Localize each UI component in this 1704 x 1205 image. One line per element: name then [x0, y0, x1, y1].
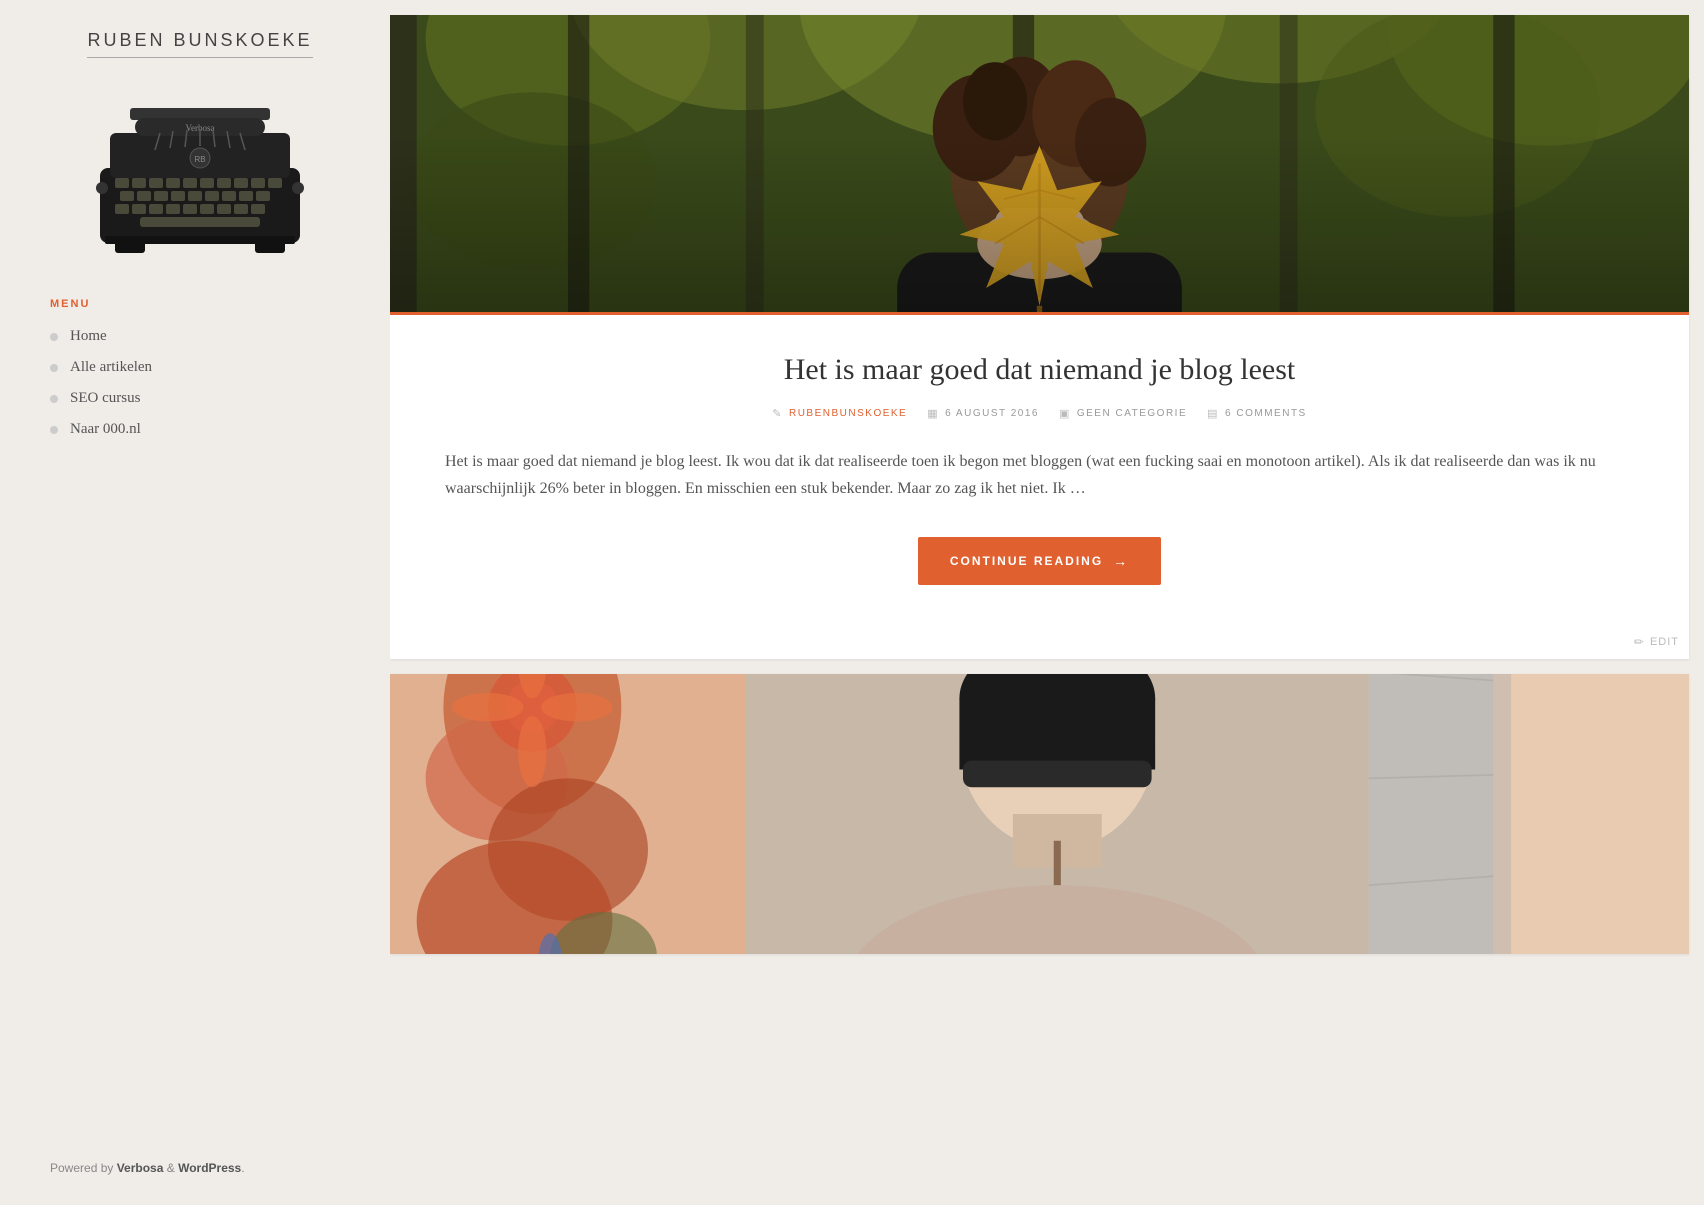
post-meta-1: ✎ RUBENBUNSKOEKE ▦ 6 AUGUST 2016 ▣ GEEN …	[445, 407, 1634, 420]
category-icon: ▣	[1059, 407, 1071, 420]
nav-dot	[50, 333, 58, 341]
nav-dot	[50, 364, 58, 372]
date-value: 6 AUGUST 2016	[945, 408, 1039, 419]
continue-reading-button[interactable]: CONTINUE READING →	[918, 537, 1161, 585]
sidebar-nav: MENU Home Alle artikelen SEO cursus Naar…	[50, 298, 152, 478]
post-hero-image-1	[390, 15, 1689, 315]
continue-reading-label: CONTINUE READING	[950, 554, 1103, 568]
post-card-1: Het is maar goed dat niemand je blog lee…	[390, 15, 1689, 659]
main-content: Het is maar goed dat niemand je blog lee…	[390, 0, 1704, 1205]
calendar-icon: ▦	[927, 407, 939, 420]
post-title-1: Het is maar goed dat niemand je blog lee…	[445, 350, 1634, 389]
post-card-2	[390, 674, 1689, 954]
meta-category: ▣ GEEN CATEGORIE	[1059, 407, 1187, 420]
post-hero-image-2	[390, 674, 1689, 954]
nav-link-naar-000[interactable]: Naar 000.nl	[70, 421, 141, 438]
verbosa-link[interactable]: Verbosa	[117, 1161, 164, 1175]
nav-link-seo-cursus[interactable]: SEO cursus	[70, 390, 140, 407]
edit-label: EDIT	[1650, 636, 1679, 648]
svg-text:RB: RB	[194, 155, 205, 164]
comments-icon: ▤	[1207, 407, 1219, 420]
meta-comments: ▤ 6 COMMENTS	[1207, 407, 1307, 420]
nav-item-alle-artikelen[interactable]: Alle artikelen	[50, 359, 152, 376]
powered-by: Powered by Verbosa & WordPress.	[50, 1161, 245, 1175]
arrow-icon: →	[1113, 553, 1129, 569]
meta-author: ✎ RUBENBUNSKOEKE	[772, 407, 907, 420]
nav-link-home[interactable]: Home	[70, 328, 107, 345]
pencil-icon: ✏	[1634, 635, 1645, 649]
post-body-1: Het is maar goed dat niemand je blog lee…	[390, 315, 1689, 635]
typewriter-image: Verbosa	[80, 78, 320, 268]
continue-reading-wrapper: CONTINUE READING →	[445, 537, 1634, 585]
comments-value: 6 COMMENTS	[1225, 408, 1307, 419]
nav-item-home[interactable]: Home	[50, 328, 152, 345]
sidebar: RUBEN BUNSKOEKE Verbosa	[0, 0, 390, 1205]
nav-item-naar-000[interactable]: Naar 000.nl	[50, 421, 152, 438]
site-title: RUBEN BUNSKOEKE	[87, 30, 312, 58]
nav-link-alle-artikelen[interactable]: Alle artikelen	[70, 359, 152, 376]
post-excerpt-1: Het is maar goed dat niemand je blog lee…	[445, 448, 1634, 502]
author-value: RUBENBUNSKOEKE	[789, 408, 907, 419]
wordpress-link[interactable]: WordPress	[178, 1161, 241, 1175]
category-value: GEEN CATEGORIE	[1077, 408, 1187, 419]
menu-label: MENU	[50, 298, 152, 310]
author-icon: ✎	[772, 407, 783, 420]
nav-dot	[50, 395, 58, 403]
nav-item-seo-cursus[interactable]: SEO cursus	[50, 390, 152, 407]
nav-dot	[50, 426, 58, 434]
edit-link-1[interactable]: ✏ EDIT	[1634, 635, 1679, 649]
meta-date: ▦ 6 AUGUST 2016	[927, 407, 1039, 420]
nav-list: Home Alle artikelen SEO cursus Naar 000.…	[50, 328, 152, 438]
post-footer-1: ✏ EDIT	[390, 635, 1689, 659]
